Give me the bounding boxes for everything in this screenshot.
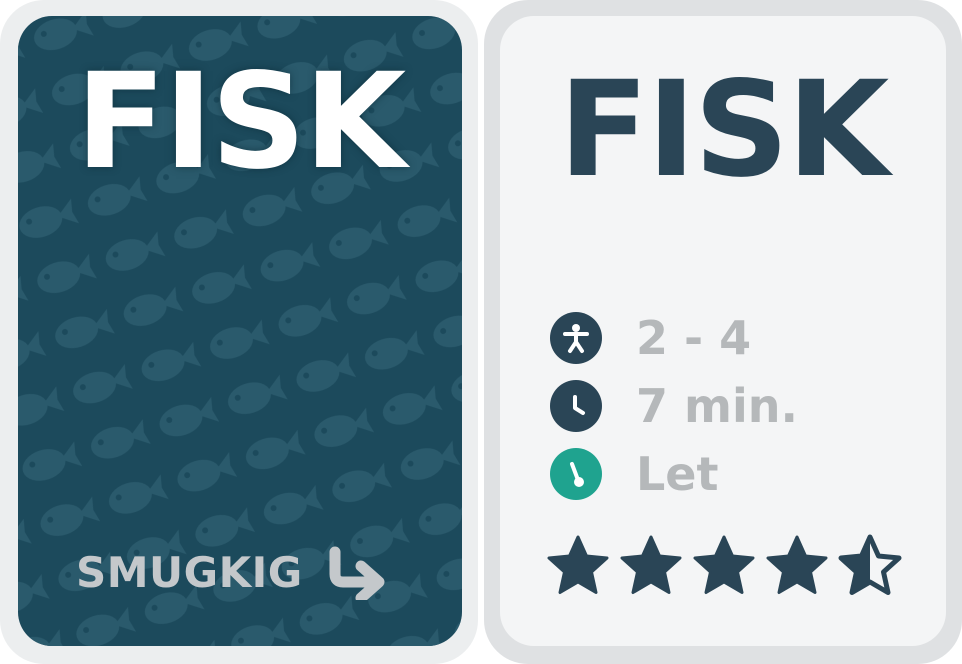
card-front[interactable]: FISK SMUGKIG [0,0,478,664]
players-text: 2 - 4 [636,311,752,365]
star-full-icon [766,535,828,594]
card-front-title: FISK [75,45,407,199]
difficulty-text: Let [636,447,719,501]
star-full-icon [620,535,682,594]
card-back-title: FISK [558,53,890,207]
difficulty-gauge-icon [550,448,602,500]
rating-stars [546,534,911,598]
person-icon [550,312,602,364]
card-back-face: FISK 2 - 4 7 min. Let [500,16,946,646]
time-text: 7 min. [636,379,798,433]
difficulty-row: Let [550,448,719,500]
card-front-face: FISK SMUGKIG [18,16,462,646]
star-full-icon [547,535,609,594]
arrow-turn-icon[interactable] [327,544,391,600]
time-row: 7 min. [550,380,798,432]
players-row: 2 - 4 [550,312,751,364]
peek-label: SMUGKIG [76,547,303,597]
clock-icon [550,380,602,432]
peek-button[interactable]: SMUGKIG [76,544,391,600]
star-full-icon [693,535,755,594]
card-back: FISK 2 - 4 7 min. Let [484,0,962,664]
star-half-icon [838,534,902,595]
